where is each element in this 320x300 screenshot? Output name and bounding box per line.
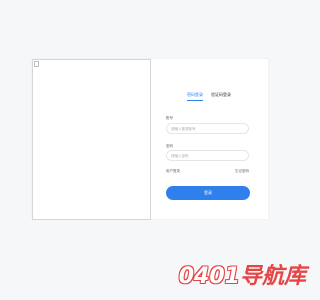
account-input[interactable]: [166, 123, 249, 134]
watermark-logo: 0401导航库: [179, 258, 306, 290]
password-input[interactable]: [166, 150, 249, 161]
account-label: 账号: [166, 116, 173, 120]
broken-image-icon: [34, 61, 39, 67]
watermark-text: 导航库: [239, 264, 306, 289]
form-links: 用户登录 忘记密码: [166, 169, 249, 174]
tab-password-login[interactable]: 密码登录: [187, 92, 203, 101]
login-card: 密码登录 验证码登录 账号 密码 用户登录 忘记密码 登录: [32, 59, 268, 220]
user-login-link[interactable]: 用户登录: [166, 169, 180, 174]
login-button[interactable]: 登录: [166, 186, 250, 200]
tab-code-login[interactable]: 验证码登录: [211, 92, 231, 101]
watermark-number: 0401: [178, 264, 240, 289]
forgot-password-link[interactable]: 忘记密码: [235, 169, 249, 174]
password-label: 密码: [166, 144, 173, 148]
broken-image-placeholder: [32, 59, 151, 220]
login-tabs: 密码登录 验证码登录: [187, 92, 231, 101]
